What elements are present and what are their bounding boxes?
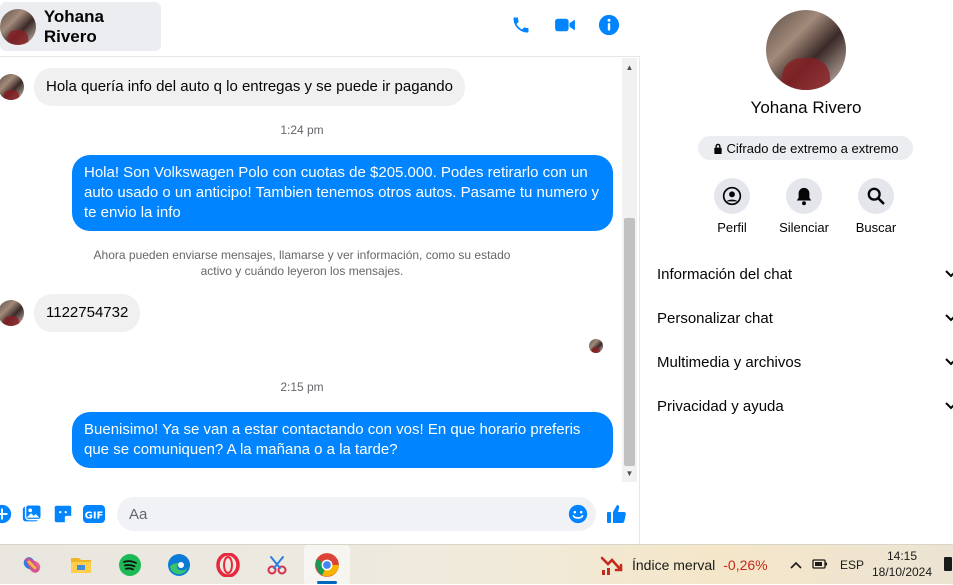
battery-power-icon[interactable]	[812, 558, 828, 573]
video-camera-icon[interactable]	[554, 14, 576, 36]
gif-icon[interactable]: GIF	[82, 502, 106, 526]
section-chat-info[interactable]: Información del chat	[657, 259, 953, 289]
section-customize-chat[interactable]: Personalizar chat	[657, 303, 953, 333]
contact-avatar	[0, 8, 36, 45]
sticker-icon[interactable]	[51, 502, 75, 526]
action-label: Silenciar	[779, 220, 829, 235]
message-bubble-outgoing[interactable]: Buenisimo! Ya se van a estar contactando…	[72, 412, 613, 468]
action-label: Buscar	[855, 220, 897, 235]
chevron-down-icon	[945, 358, 953, 366]
spotify-icon[interactable]	[116, 551, 144, 579]
encryption-label: Cifrado de extremo a extremo	[726, 140, 899, 156]
system-tray: ESP	[790, 545, 864, 585]
header-actions	[510, 14, 620, 36]
chrome-browser-icon[interactable]	[313, 551, 341, 579]
phone-icon[interactable]	[510, 14, 532, 36]
stock-ticker-widget[interactable]: Índice merval -0,26%	[600, 545, 768, 585]
stock-down-chart-icon	[600, 556, 623, 575]
seen-indicator-avatar	[589, 339, 603, 353]
profile-actions: Perfil Silenciar Buscar	[696, 178, 912, 235]
mute-action[interactable]: Silenciar	[768, 178, 840, 235]
scroll-thumb[interactable]	[624, 218, 635, 466]
profile-action[interactable]: Perfil	[696, 178, 768, 235]
sender-avatar	[0, 300, 24, 326]
scroll-up-arrow[interactable]: ▲	[622, 60, 637, 74]
search-icon	[858, 178, 894, 214]
section-label: Privacidad y ayuda	[657, 397, 784, 415]
chevron-down-icon	[945, 402, 953, 410]
timestamp: 2:15 pm	[280, 380, 324, 394]
add-circle-icon[interactable]	[0, 502, 14, 526]
encryption-badge[interactable]: Cifrado de extremo a extremo	[698, 136, 913, 160]
message-row-outgoing: Buenisimo! Ya se van a estar contactando…	[72, 412, 613, 468]
info-icon[interactable]	[598, 14, 620, 36]
scroll-down-arrow[interactable]: ▼	[622, 466, 637, 480]
contact-chip[interactable]: Yohana Rivero	[0, 2, 161, 51]
profile-icon	[714, 178, 750, 214]
message-row-incoming: Hola quería info del auto q lo entregas …	[0, 68, 465, 106]
clock-time: 14:15	[886, 549, 918, 563]
message-scrollbar[interactable]: ▲ ▼	[622, 58, 637, 482]
edge-browser-icon[interactable]	[165, 551, 193, 579]
section-media-files[interactable]: Multimedia y archivos	[657, 347, 953, 377]
action-label: Perfil	[717, 220, 747, 235]
message-bubble-incoming[interactable]: 1122754732	[34, 294, 141, 332]
message-row-outgoing: Hola! Son Volkswagen Polo con cuotas de …	[72, 155, 613, 231]
copilot-icon[interactable]	[18, 551, 46, 579]
taskbar: Índice merval -0,26% ESP 14:15 18/10/202…	[0, 544, 953, 585]
clock-date: 18/10/2024	[871, 565, 933, 579]
section-label: Personalizar chat	[657, 309, 773, 327]
chevron-down-icon	[945, 270, 953, 278]
chat-header: Yohana Rivero	[0, 0, 640, 57]
messenger-app: Yohana Rivero Hola quería info del auto …	[0, 0, 953, 544]
chevron-up-icon[interactable]	[790, 558, 802, 572]
clock[interactable]: 14:15 18/10/2024	[868, 548, 936, 580]
lock-icon	[713, 143, 722, 154]
emoji-icon[interactable]	[566, 502, 590, 526]
ticker-name: Índice merval	[632, 557, 716, 573]
section-label: Multimedia y archivos	[657, 353, 802, 371]
bell-icon	[786, 178, 822, 214]
message-bubble-incoming[interactable]: Hola quería info del auto q lo entregas …	[34, 68, 465, 106]
message-input[interactable]	[117, 497, 596, 531]
language-indicator[interactable]: ESP	[840, 558, 864, 572]
composer: GIF	[0, 490, 640, 538]
snipping-tool-icon[interactable]	[263, 551, 291, 579]
chat-panel: Yohana Rivero Hola quería info del auto …	[0, 0, 640, 544]
message-row-incoming: 1122754732	[0, 294, 141, 332]
profile-name: Yohana Rivero	[750, 98, 862, 117]
section-label: Información del chat	[657, 265, 793, 283]
search-action[interactable]: Buscar	[840, 178, 912, 235]
section-privacy-help[interactable]: Privacidad y ayuda	[657, 391, 953, 421]
system-notice: Ahora pueden enviarse mensajes, llamarse…	[93, 248, 511, 278]
chevron-down-icon	[945, 314, 953, 322]
opera-browser-icon[interactable]	[214, 551, 242, 579]
image-icon[interactable]	[20, 502, 44, 526]
notification-icon[interactable]	[944, 557, 952, 571]
thumbs-up-icon[interactable]	[605, 502, 629, 526]
message-bubble-outgoing[interactable]: Hola! Son Volkswagen Polo con cuotas de …	[72, 155, 613, 231]
sender-avatar	[0, 74, 24, 100]
file-explorer-icon[interactable]	[67, 551, 95, 579]
ticker-value: -0,26%	[723, 557, 768, 573]
profile-avatar[interactable]	[766, 10, 846, 90]
message-list: Hola quería info del auto q lo entregas …	[0, 58, 622, 482]
svg-text:GIF: GIF	[85, 511, 104, 522]
contact-name: Yohana Rivero	[43, 6, 104, 46]
chat-details-panel: Yohana Rivero Cifrado de extremo a extre…	[641, 0, 953, 544]
timestamp: 1:24 pm	[280, 123, 324, 137]
